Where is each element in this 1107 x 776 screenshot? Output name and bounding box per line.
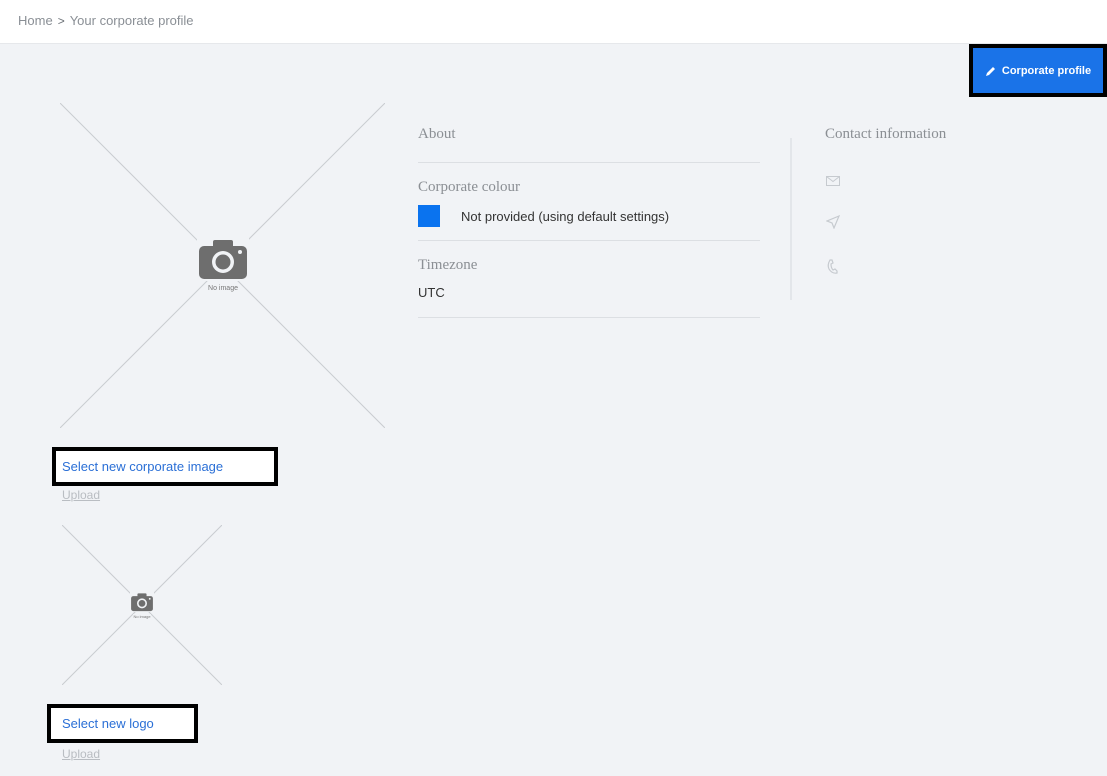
corporate-image-placeholder: No image <box>60 103 385 428</box>
about-title: About <box>418 126 456 142</box>
camera-icon <box>197 237 249 281</box>
timezone-value: UTC <box>418 285 445 300</box>
top-bar: Home > Your corporate profile <box>0 0 1107 44</box>
phone-icon <box>827 259 838 274</box>
location-icon <box>826 215 840 229</box>
breadcrumb-home-link[interactable]: Home <box>18 13 53 28</box>
breadcrumb: Home > Your corporate profile <box>18 13 194 28</box>
corporate-colour-label: Corporate colour <box>418 179 521 195</box>
camera-icon <box>130 592 154 612</box>
logo-placeholder: No image <box>62 525 222 685</box>
contact-title: Contact information <box>825 126 947 142</box>
timezone-label: Timezone <box>418 257 478 273</box>
select-corporate-image-label: Select new corporate image <box>62 459 224 474</box>
no-image-caption: No image <box>133 614 151 619</box>
pencil-icon <box>985 66 995 76</box>
about-divider <box>418 240 760 241</box>
about-divider <box>418 317 760 318</box>
contact-divider <box>790 138 792 300</box>
about-divider <box>418 162 760 163</box>
breadcrumb-current: Your corporate profile <box>69 13 194 28</box>
upload-logo-link[interactable]: Upload <box>62 747 100 761</box>
corporate-colour-value: Not provided (using default settings) <box>461 208 670 224</box>
about-section: About Corporate colour Not provided (usi… <box>418 126 760 318</box>
corporate-colour-swatch <box>418 205 440 227</box>
edit-corporate-profile-label: Corporate profile <box>1001 64 1092 77</box>
select-logo-link[interactable]: Select new logo <box>47 704 198 743</box>
no-image-caption: No image <box>208 285 238 292</box>
breadcrumb-separator: > <box>57 13 65 28</box>
select-corporate-image-link[interactable]: Select new corporate image <box>52 447 278 486</box>
edit-corporate-profile-button[interactable]: Corporate profile <box>969 44 1107 97</box>
email-icon <box>826 176 840 186</box>
upload-corporate-image-link[interactable]: Upload <box>62 488 100 502</box>
select-logo-label: Select new logo <box>62 716 154 731</box>
